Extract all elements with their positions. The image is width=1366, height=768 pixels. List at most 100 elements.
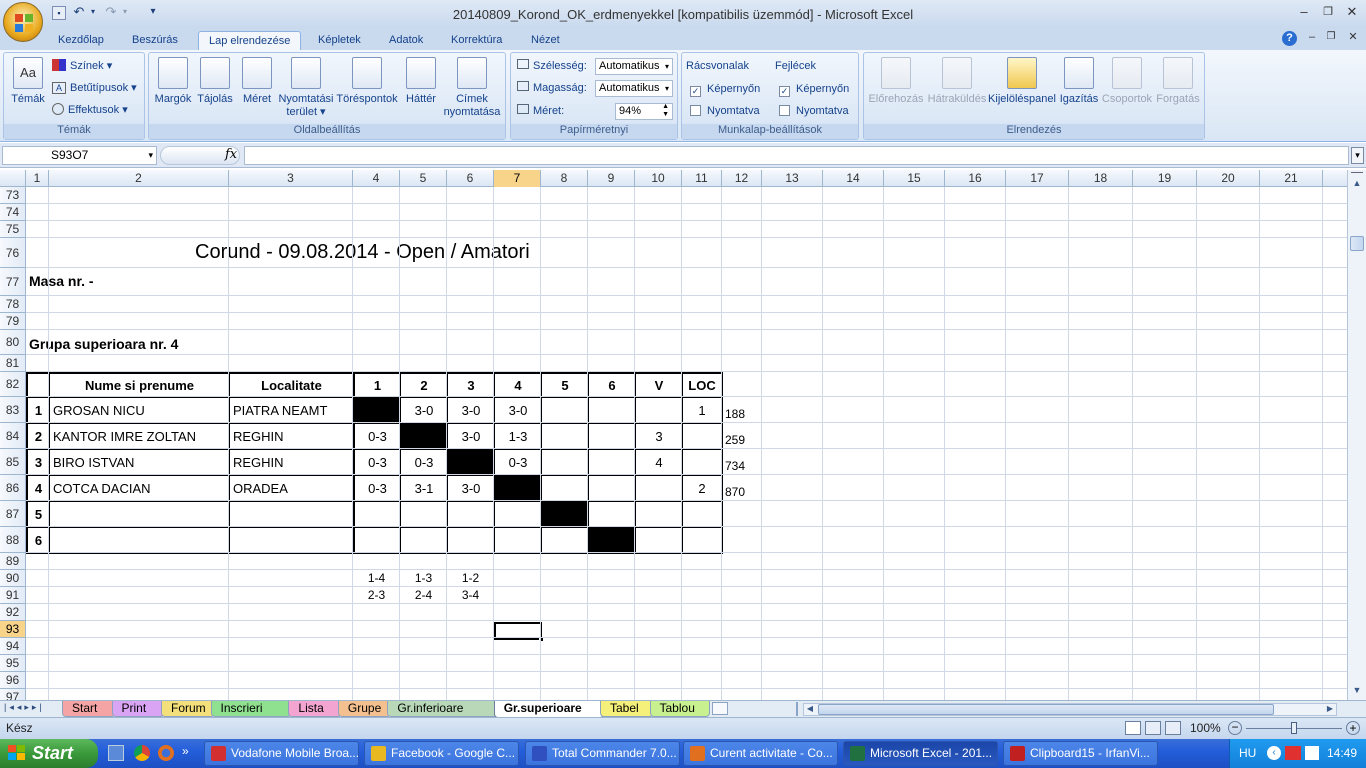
row-header[interactable]: 84 bbox=[0, 423, 26, 449]
tab-adatok[interactable]: Adatok bbox=[379, 31, 433, 50]
table-cell[interactable] bbox=[682, 527, 723, 554]
column-header[interactable]: 2 bbox=[49, 170, 229, 187]
send-backward-button[interactable]: Hátraküldés bbox=[926, 57, 988, 106]
firefox-quicklaunch-icon[interactable] bbox=[158, 745, 174, 761]
headings-print-checkbox[interactable]: Nyomtatva bbox=[779, 102, 849, 120]
table-cell[interactable] bbox=[588, 501, 636, 528]
taskbar-item[interactable]: Microsoft Excel - 201... bbox=[843, 741, 998, 766]
quicklaunch-more-icon[interactable]: » bbox=[182, 744, 189, 758]
table-cell[interactable] bbox=[635, 527, 683, 554]
column-header[interactable]: 1 bbox=[26, 170, 49, 187]
column-header[interactable]: 8 bbox=[541, 170, 588, 187]
table-cell[interactable] bbox=[447, 527, 495, 554]
name-box[interactable]: S93O7 ▾ bbox=[2, 146, 157, 165]
scroll-left-icon[interactable]: ◀ bbox=[804, 704, 816, 713]
row-header[interactable]: 76 bbox=[0, 238, 26, 268]
row-header[interactable]: 80 bbox=[0, 330, 26, 355]
taskbar-item[interactable]: Facebook - Google C... bbox=[364, 741, 519, 766]
table-cell[interactable]: REGHIN bbox=[229, 423, 354, 450]
table-header-cell[interactable]: 4 bbox=[494, 372, 542, 398]
horizontal-scrollbar[interactable]: ◀ ▶ bbox=[803, 703, 1337, 716]
group-button[interactable]: Csoportok bbox=[1100, 57, 1154, 106]
round-pair-cell[interactable]: 1-3 bbox=[400, 571, 447, 585]
zoom-out-icon[interactable]: − bbox=[1228, 721, 1242, 735]
table-cell[interactable] bbox=[229, 501, 354, 528]
office-button[interactable] bbox=[3, 2, 43, 42]
sheet-tab[interactable]: Gr.superioare bbox=[493, 701, 604, 718]
table-cell[interactable] bbox=[494, 501, 542, 528]
orientation-button[interactable]: Tájolás bbox=[195, 57, 235, 106]
headings-view-checkbox[interactable]: ✓ Képernyőn bbox=[779, 80, 849, 98]
table-cell[interactable]: REGHIN bbox=[229, 449, 354, 476]
table-cell[interactable] bbox=[588, 475, 636, 502]
sheet-tab[interactable]: Start bbox=[62, 701, 116, 717]
column-header[interactable]: 18 bbox=[1069, 170, 1133, 187]
table-cell[interactable]: BIRO ISTVAN bbox=[49, 449, 230, 476]
size-button[interactable]: Méret bbox=[237, 57, 277, 106]
column-header[interactable]: 11 bbox=[682, 170, 722, 187]
spinner-arrows-icon[interactable]: ▲ ▼ bbox=[662, 103, 669, 119]
column-header[interactable]: 5 bbox=[400, 170, 447, 187]
table-cell[interactable] bbox=[229, 527, 354, 554]
table-header-cell[interactable]: V bbox=[635, 372, 683, 398]
table-cell[interactable] bbox=[588, 449, 636, 476]
align-button[interactable]: Igazítás bbox=[1058, 57, 1100, 106]
column-header[interactable]: 12 bbox=[722, 170, 762, 187]
row-header[interactable]: 75 bbox=[0, 221, 26, 238]
round-pair-cell[interactable]: 3-4 bbox=[447, 588, 494, 602]
expand-formula-bar-button[interactable]: ▾ bbox=[1351, 147, 1364, 164]
gridlines-print-checkbox[interactable]: Nyomtatva bbox=[690, 102, 760, 120]
table-cell-blocked[interactable] bbox=[588, 527, 636, 554]
close-window-button[interactable]: ✕ bbox=[1341, 5, 1363, 21]
table-cell[interactable]: 6 bbox=[26, 527, 50, 554]
normal-view-icon[interactable] bbox=[1125, 721, 1141, 735]
taskbar-item[interactable]: Curent activitate - Co... bbox=[683, 741, 838, 766]
close-workbook-button[interactable]: ✕ bbox=[1342, 30, 1364, 46]
tab-korrektura[interactable]: Korrektúra bbox=[441, 31, 512, 50]
sheet-tab[interactable]: Tablou bbox=[649, 701, 711, 717]
row-header[interactable]: 95 bbox=[0, 655, 26, 672]
column-header[interactable]: 10 bbox=[635, 170, 682, 187]
print-titles-button[interactable]: Címek nyomtatása bbox=[441, 57, 503, 119]
margins-button[interactable]: Margók bbox=[153, 57, 193, 106]
row-header[interactable]: 91 bbox=[0, 587, 26, 604]
table-header-cell[interactable]: 6 bbox=[588, 372, 636, 398]
table-cell[interactable]: GROSAN NICU bbox=[49, 397, 230, 424]
sheet-tab[interactable]: Grupe bbox=[337, 701, 392, 717]
tab-beszuras[interactable]: Beszúrás bbox=[122, 31, 188, 50]
table-cell[interactable]: 5 bbox=[26, 501, 50, 528]
vertical-scrollbar[interactable]: ▲ ▼ bbox=[1347, 170, 1366, 700]
column-header[interactable]: 15 bbox=[884, 170, 945, 187]
table-header-cell[interactable]: 5 bbox=[541, 372, 589, 398]
restore-workbook-button[interactable]: ❐ bbox=[1320, 30, 1342, 46]
width-select[interactable]: Automatikus ▾ bbox=[595, 58, 673, 75]
table-cell[interactable] bbox=[400, 501, 448, 528]
page-break-view-icon[interactable] bbox=[1165, 721, 1181, 735]
table-cell[interactable] bbox=[49, 501, 230, 528]
tab-lap-elrendezese[interactable]: Lap elrendezése bbox=[198, 31, 302, 50]
start-button[interactable]: Start bbox=[0, 739, 98, 768]
table-cell[interactable] bbox=[635, 475, 683, 502]
restore-window-button[interactable]: ❐ bbox=[1317, 5, 1339, 21]
table-cell[interactable] bbox=[635, 501, 683, 528]
vertical-scroll-thumb[interactable] bbox=[1350, 236, 1364, 251]
table-cell[interactable] bbox=[588, 423, 636, 450]
sheet-tab[interactable]: Gr.inferioare bbox=[387, 701, 498, 717]
row-header[interactable]: 96 bbox=[0, 672, 26, 689]
redo-dropdown-icon[interactable]: ▾ bbox=[118, 6, 132, 20]
chevron-down-icon[interactable]: ▾ bbox=[148, 147, 153, 164]
zoom-level[interactable]: 100% bbox=[1190, 721, 1221, 735]
table-cell-blocked[interactable] bbox=[494, 475, 542, 502]
row-header[interactable]: 85 bbox=[0, 449, 26, 475]
table-cell[interactable] bbox=[400, 527, 448, 554]
page-layout-view-icon[interactable] bbox=[1145, 721, 1161, 735]
table-cell[interactable]: COTCA DACIAN bbox=[49, 475, 230, 502]
sheet-tab[interactable]: Print bbox=[111, 701, 165, 717]
save-icon[interactable]: ▪ bbox=[52, 6, 66, 20]
split-box[interactable] bbox=[1351, 172, 1363, 176]
table-cell[interactable]: 2 bbox=[26, 423, 50, 450]
round-pair-cell[interactable]: 2-4 bbox=[400, 588, 447, 602]
undo-icon[interactable]: ↶ bbox=[72, 5, 86, 20]
selection-pane-button[interactable]: Kijelöléspanel bbox=[988, 57, 1056, 106]
table-cell[interactable] bbox=[353, 527, 401, 554]
